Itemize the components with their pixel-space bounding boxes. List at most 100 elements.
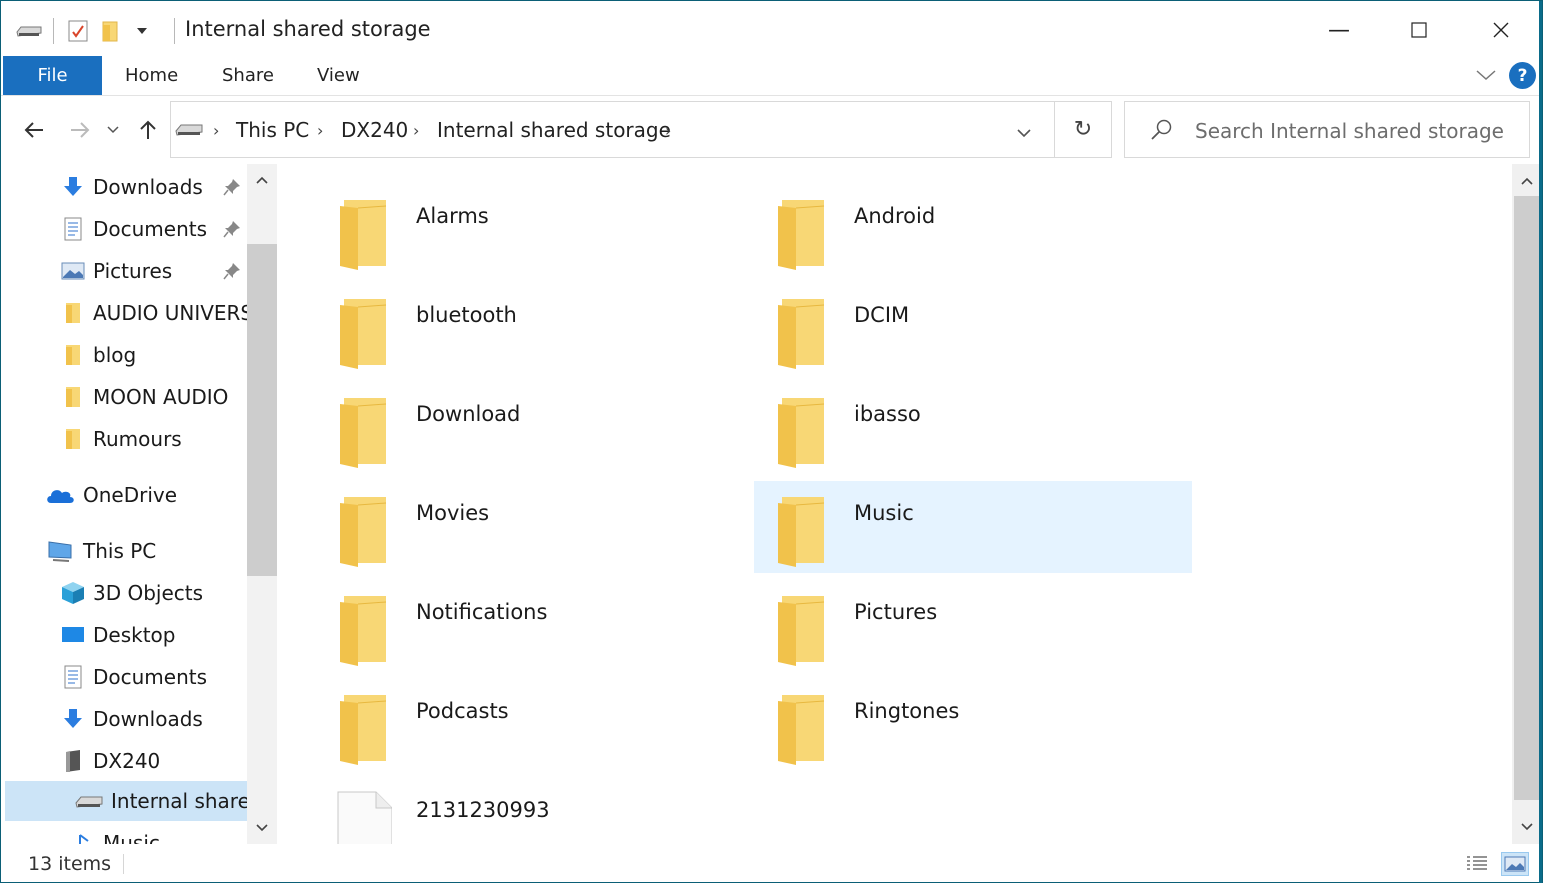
nav-item-rumours[interactable]: Rumours	[61, 419, 247, 459]
window-edge	[1539, 1, 1542, 883]
search-box[interactable]: Search Internal shared storage	[1124, 101, 1530, 158]
file-name: 2131230993	[416, 798, 550, 822]
up-button[interactable]	[131, 113, 165, 147]
scrollbar-thumb[interactable]	[1514, 196, 1540, 800]
folder-item[interactable]: Movies	[316, 481, 754, 573]
nav-item-documents-pinned[interactable]: Documents	[61, 209, 221, 249]
nav-item-3d-objects[interactable]: 3D Objects	[61, 573, 247, 613]
scroll-down-button[interactable]	[247, 816, 277, 840]
window-title: Internal shared storage	[185, 17, 431, 41]
nav-item-onedrive[interactable]: OneDrive	[45, 475, 245, 515]
folder-icon	[774, 493, 830, 567]
folder-item[interactable]: Music	[754, 481, 1192, 573]
scroll-up-button[interactable]	[1512, 168, 1542, 194]
address-history-button[interactable]	[1016, 124, 1032, 143]
nav-item-downloads-pinned[interactable]: Downloads	[61, 167, 221, 207]
nav-item-downloads[interactable]: Downloads	[61, 699, 247, 739]
folder-icon	[774, 691, 830, 765]
recent-locations-button[interactable]	[98, 113, 128, 147]
folder-item[interactable]: Android	[754, 184, 1192, 276]
file-name: Movies	[416, 501, 490, 525]
scroll-up-button[interactable]	[247, 168, 277, 192]
breadcrumb-internal-shared-storage[interactable]: Internal shared storage	[437, 118, 671, 142]
breadcrumb-chevron-icon[interactable]: ›	[413, 121, 419, 140]
maximize-button[interactable]	[1379, 1, 1459, 59]
folder-item[interactable]: Podcasts	[316, 679, 754, 771]
nav-item-pictures-pinned[interactable]: Pictures	[61, 251, 221, 291]
pin-icon[interactable]	[221, 218, 243, 240]
minimize-button[interactable]: —	[1299, 1, 1379, 59]
drive-icon	[75, 789, 103, 813]
back-button[interactable]	[17, 113, 51, 147]
nav-item-internal-shared-storage[interactable]: Internal shared storage	[5, 781, 247, 821]
folder-item[interactable]: Download	[316, 382, 754, 474]
folder-icon	[774, 394, 830, 468]
folder-item[interactable]: bluetooth	[316, 283, 754, 375]
tab-share[interactable]: Share	[222, 56, 274, 95]
nav-item-desktop[interactable]: Desktop	[61, 615, 247, 655]
desktop-icon	[61, 623, 85, 647]
folder-icon	[336, 691, 392, 765]
nav-item-documents[interactable]: Documents	[61, 657, 247, 697]
folder-item[interactable]: ibasso	[754, 382, 1192, 474]
folder-item[interactable]: Pictures	[754, 580, 1192, 672]
title-bar: Internal shared storage —	[1, 1, 1541, 59]
ribbon-tabs: File Home Share View ?	[1, 56, 1541, 96]
pin-icon[interactable]	[221, 176, 243, 198]
nav-item-label: Pictures	[93, 259, 173, 283]
chevron-down-icon	[256, 824, 268, 832]
details-view-button[interactable]	[1463, 852, 1491, 876]
device-icon	[61, 749, 85, 773]
nav-item-dx240[interactable]: DX240	[61, 741, 247, 781]
drive-icon[interactable]	[13, 15, 45, 47]
pin-icon[interactable]	[221, 260, 243, 282]
pictures-icon	[61, 259, 85, 283]
nav-item-blog[interactable]: blog	[61, 335, 247, 375]
address-bar[interactable]: › This PC › DX240 › Internal shared stor…	[170, 101, 1112, 158]
large-icons-view-button[interactable]	[1501, 852, 1529, 876]
refresh-button[interactable]: ↻	[1055, 102, 1111, 157]
file-item[interactable]: 2131230993	[316, 778, 754, 844]
tab-file[interactable]: File	[3, 56, 102, 95]
new-folder-icon[interactable]	[94, 15, 126, 47]
expand-ribbon-button[interactable]	[1471, 60, 1501, 90]
navigation-scrollbar[interactable]	[247, 164, 277, 844]
nav-item-audio-universe[interactable]: AUDIO UNIVERSE	[61, 293, 247, 333]
breadcrumb-this-pc[interactable]: This PC	[236, 118, 309, 142]
breadcrumb-chevron-icon[interactable]: ›	[665, 121, 671, 140]
properties-icon[interactable]	[62, 15, 94, 47]
nav-item-this-pc[interactable]: This PC	[45, 531, 245, 571]
nav-item-label: MOON AUDIO	[93, 385, 229, 409]
close-button[interactable]	[1461, 1, 1541, 59]
search-input[interactable]: Search Internal shared storage	[1195, 119, 1504, 143]
nav-item-label: This PC	[83, 539, 157, 563]
music-icon	[71, 831, 95, 844]
download-arrow-icon	[61, 707, 85, 731]
folder-item[interactable]: Ringtones	[754, 679, 1192, 771]
breadcrumb-dx240[interactable]: DX240	[341, 118, 408, 142]
folder-item[interactable]: Notifications	[316, 580, 754, 672]
nav-item-music[interactable]: Music	[71, 823, 247, 844]
folder-item[interactable]: Alarms	[316, 184, 754, 276]
close-icon	[1493, 22, 1509, 38]
nav-item-moon-audio[interactable]: MOON AUDIO	[61, 377, 247, 417]
nav-item-label: OneDrive	[83, 483, 178, 507]
nav-item-label: 3D Objects	[93, 581, 204, 605]
nav-item-label: DX240	[93, 749, 161, 773]
nav-item-label: Music	[103, 831, 160, 844]
file-explorer-window: Internal shared storage — File Home Shar…	[0, 0, 1543, 883]
file-name: Alarms	[416, 204, 489, 228]
folder-item[interactable]: DCIM	[754, 283, 1192, 375]
content-scrollbar[interactable]	[1512, 164, 1542, 844]
breadcrumb-chevron-icon[interactable]: ›	[317, 121, 323, 140]
chevron-down-icon	[1476, 70, 1496, 81]
tab-home[interactable]: Home	[125, 56, 178, 95]
scroll-down-button[interactable]	[1512, 814, 1542, 840]
forward-button[interactable]	[63, 113, 97, 147]
scrollbar-thumb[interactable]	[247, 244, 277, 576]
breadcrumb-chevron-icon[interactable]: ›	[213, 121, 219, 140]
customize-toolbar-icon[interactable]	[126, 15, 158, 47]
file-name: Music	[854, 501, 914, 525]
help-button[interactable]: ?	[1509, 62, 1536, 89]
tab-view[interactable]: View	[317, 56, 360, 95]
